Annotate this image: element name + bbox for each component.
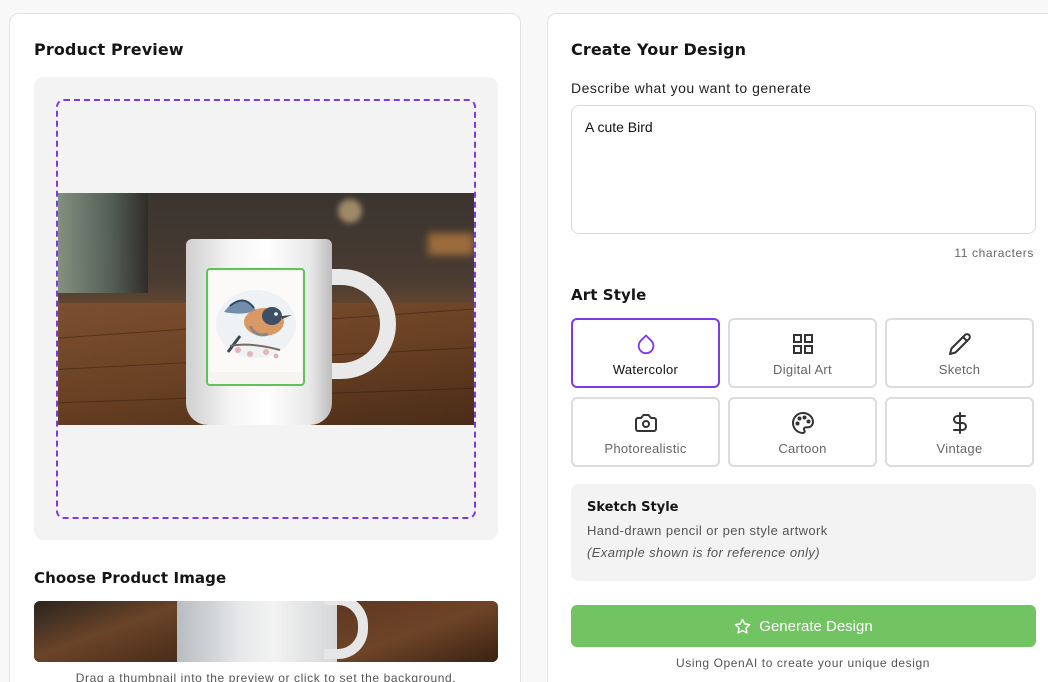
- preview-drop-zone[interactable]: [56, 99, 476, 519]
- prompt-textarea[interactable]: A cute Bird: [571, 105, 1036, 234]
- bird-design-image: [210, 272, 302, 372]
- style-label: Cartoon: [778, 441, 827, 456]
- palette-icon: [730, 411, 875, 435]
- cafe-window: [58, 193, 148, 293]
- thumbnail-hint: Drag a thumbnail into the preview or cli…: [75, 671, 457, 682]
- pencil-icon: [887, 332, 1032, 356]
- art-style-title: Art Style: [571, 286, 647, 304]
- product-thumbnail-strip[interactable]: [34, 601, 498, 662]
- light-bokeh: [338, 199, 362, 223]
- grid-icon: [730, 332, 875, 356]
- style-label: Digital Art: [773, 362, 832, 377]
- choose-product-title: Choose Product Image: [34, 569, 227, 587]
- openai-footer-note: Using OpenAI to create your unique desig…: [675, 656, 931, 670]
- design-placement-box[interactable]: [206, 268, 305, 386]
- style-label: Watercolor: [612, 362, 679, 377]
- prompt-label: Describe what you want to generate: [571, 80, 812, 96]
- droplet-icon: [573, 332, 718, 356]
- style-label: Photorealistic: [604, 441, 687, 456]
- style-cartoon-button[interactable]: Cartoon: [728, 397, 877, 467]
- style-info-note: (Example shown is for reference only): [587, 545, 821, 560]
- style-photorealistic-button[interactable]: Photorealistic: [571, 397, 720, 467]
- star-icon: [734, 618, 751, 635]
- style-label: Sketch: [938, 362, 981, 377]
- product-preview-title: Product Preview: [34, 40, 184, 59]
- dollar-icon: [887, 411, 1032, 435]
- generate-design-label: Generate Design: [759, 617, 873, 635]
- mug-photo: [58, 193, 474, 425]
- style-watercolor-button[interactable]: Watercolor: [571, 318, 720, 388]
- style-info-box: Sketch Style Hand-drawn pencil or pen st…: [571, 484, 1036, 581]
- light-bokeh-2: [428, 233, 474, 255]
- style-info-title: Sketch Style: [587, 500, 679, 515]
- style-digital-art-button[interactable]: Digital Art: [728, 318, 877, 388]
- product-preview-panel: Product Preview Choose Product Image Dra…: [9, 13, 521, 682]
- style-info-description: Hand-drawn pencil or pen style artwork: [587, 523, 828, 538]
- style-vintage-button[interactable]: Vintage: [885, 397, 1034, 467]
- preview-area: [34, 77, 498, 540]
- create-design-panel: Create Your Design Describe what you wan…: [547, 13, 1048, 682]
- generate-design-button[interactable]: Generate Design: [571, 605, 1036, 647]
- camera-icon: [573, 411, 718, 435]
- create-design-title: Create Your Design: [571, 40, 747, 59]
- character-count: 11 characters: [954, 246, 1034, 260]
- style-label: Vintage: [936, 441, 983, 456]
- product-thumbnail[interactable]: [177, 601, 337, 662]
- product-thumbnail[interactable]: [34, 601, 177, 662]
- style-sketch-button[interactable]: Sketch: [885, 318, 1034, 388]
